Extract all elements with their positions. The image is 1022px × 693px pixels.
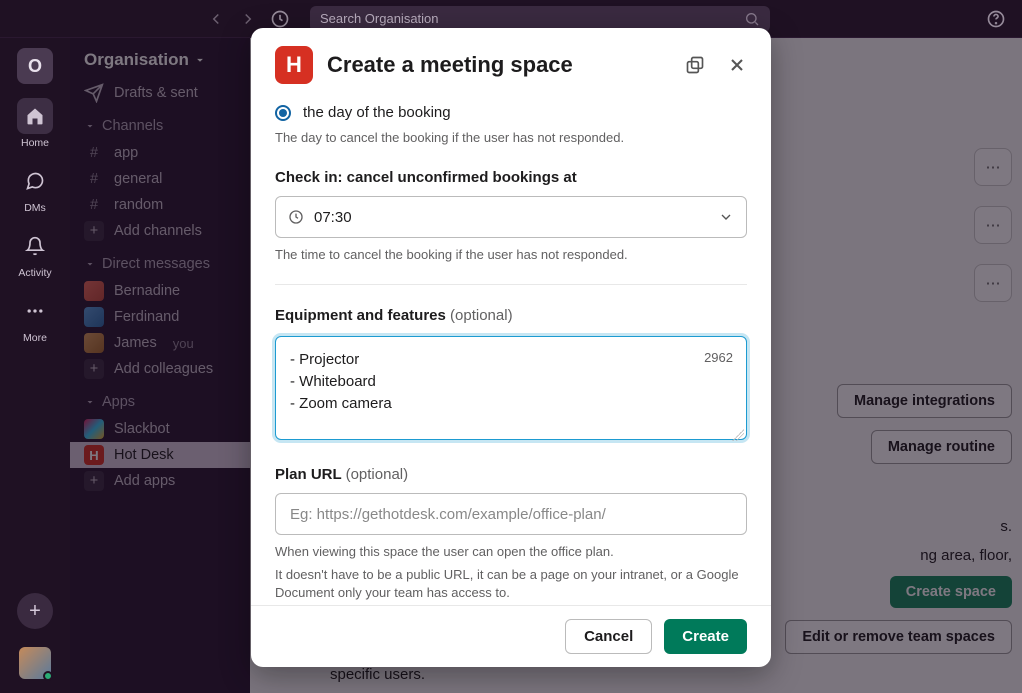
nav-back-button[interactable] xyxy=(206,9,226,29)
plan-url-help2: It doesn't have to be a public URL, it c… xyxy=(275,566,747,602)
search-placeholder: Search Organisation xyxy=(320,11,744,26)
plan-url-label: Plan URL (optional) xyxy=(275,466,747,483)
rail-label: More xyxy=(23,332,47,344)
day-of-booking-radio[interactable] xyxy=(275,105,291,121)
button-label: Create xyxy=(682,628,729,645)
user-avatar[interactable] xyxy=(19,647,51,679)
rail-label: Activity xyxy=(18,267,51,279)
modal-title: Create a meeting space xyxy=(327,52,573,78)
equipment-label: Equipment and features (optional) xyxy=(275,307,747,324)
clock-icon xyxy=(288,209,304,225)
radio-label: the day of the booking xyxy=(303,104,451,121)
history-button[interactable] xyxy=(270,9,290,29)
close-button[interactable] xyxy=(727,55,747,75)
create-meeting-space-modal: H Create a meeting space the day of the … xyxy=(251,28,771,667)
rail-dms[interactable]: DMs xyxy=(5,163,65,214)
rail-activity[interactable]: Activity xyxy=(5,228,65,279)
optional-marker: (optional) xyxy=(450,307,513,324)
search-icon xyxy=(744,11,760,27)
cancel-at-help: The time to cancel the booking if the us… xyxy=(275,246,747,264)
presence-indicator xyxy=(43,671,53,681)
hotdesk-logo: H xyxy=(275,46,313,84)
cancel-at-select[interactable]: 07:30 xyxy=(275,196,747,238)
radio-help-text: The day to cancel the booking if the use… xyxy=(275,129,747,147)
create-button[interactable]: Create xyxy=(664,619,747,654)
rail-more[interactable]: More xyxy=(5,293,65,344)
plan-url-help1: When viewing this space the user can ope… xyxy=(275,543,747,561)
popout-button[interactable] xyxy=(685,55,705,75)
button-label: Cancel xyxy=(584,628,633,645)
rail-label: DMs xyxy=(24,202,46,214)
workspace-switcher[interactable]: O xyxy=(17,48,53,84)
optional-marker: (optional) xyxy=(346,466,409,483)
character-count: 2962 xyxy=(704,350,733,365)
workspace-initial: O xyxy=(28,56,42,77)
field-label-text: Equipment and features xyxy=(275,307,446,324)
rail-label: Home xyxy=(21,137,49,149)
create-new-button[interactable]: + xyxy=(17,593,53,629)
nav-forward-button[interactable] xyxy=(238,9,258,29)
cancel-at-label: Check in: cancel unconfirmed bookings at xyxy=(275,169,747,186)
rail-home[interactable]: Home xyxy=(5,98,65,149)
section-divider xyxy=(275,284,747,285)
help-button[interactable] xyxy=(986,9,1006,29)
cancel-at-value: 07:30 xyxy=(314,209,352,226)
equipment-textarea[interactable] xyxy=(275,336,747,440)
field-label-text: Plan URL xyxy=(275,466,341,483)
chevron-down-icon xyxy=(718,209,734,225)
plan-url-input[interactable] xyxy=(275,493,747,535)
cancel-button[interactable]: Cancel xyxy=(565,619,652,654)
